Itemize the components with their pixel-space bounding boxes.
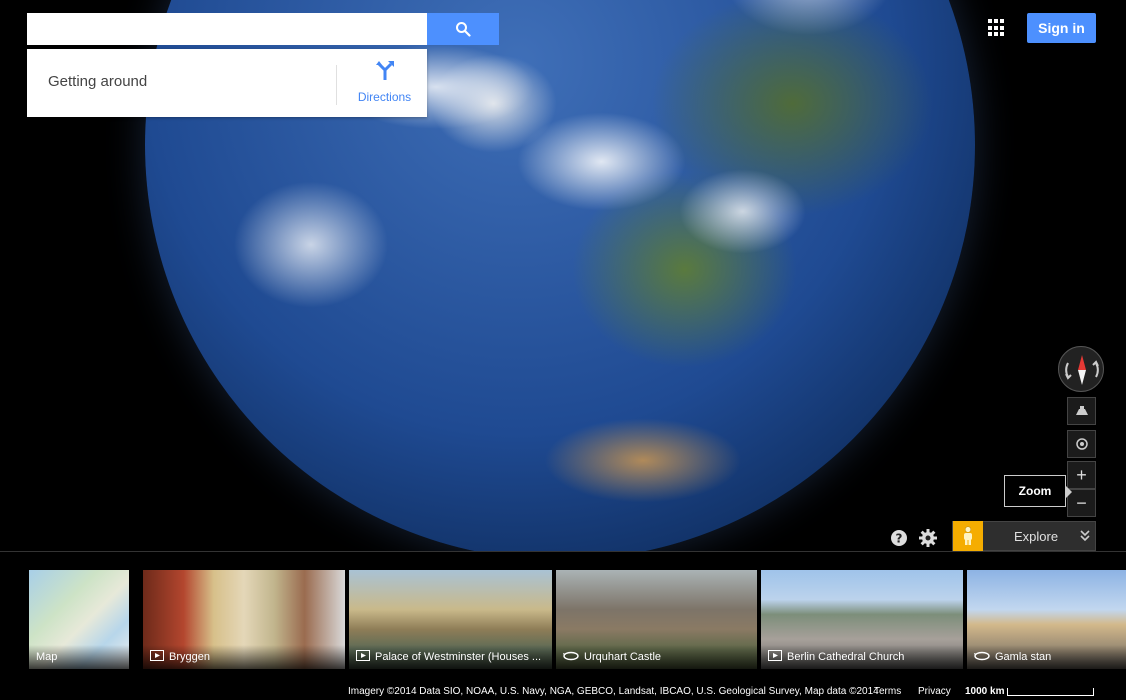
- apps-dot: [1000, 32, 1004, 37]
- thumbnail-photo[interactable]: Palace of Westminster (Houses ...: [349, 570, 552, 669]
- help-icon: ?: [891, 530, 907, 546]
- thumbnail-label: Gamla stan: [995, 651, 1052, 663]
- search-input[interactable]: [27, 13, 427, 45]
- thumbnail-label-bar: Gamla stan: [967, 645, 1126, 669]
- thumbnail-label-bar: Berlin Cathedral Church: [761, 645, 963, 669]
- footer: Imagery ©2014 Data SIO, NOAA, U.S. Navy,…: [0, 684, 1126, 700]
- apps-dot: [988, 19, 992, 23]
- thumbnail-label: Berlin Cathedral Church: [787, 651, 905, 663]
- thumbnail-label: Bryggen: [169, 651, 210, 663]
- directions-button[interactable]: Directions: [342, 59, 427, 111]
- thumbnail-label: Palace of Westminster (Houses ...: [375, 651, 542, 663]
- terms-link[interactable]: Terms: [874, 686, 901, 697]
- help-button[interactable]: ?: [889, 528, 909, 548]
- my-location-button[interactable]: [1067, 430, 1096, 458]
- apps-dot: [994, 32, 998, 37]
- sign-in-button[interactable]: Sign in: [1027, 13, 1096, 43]
- tilt-button[interactable]: [1067, 397, 1096, 425]
- panorama-360-icon: [563, 648, 579, 666]
- thumbnail-photo[interactable]: Bryggen: [143, 570, 345, 669]
- directions-label: Directions: [357, 90, 412, 104]
- apps-dot: [994, 25, 998, 30]
- thumbnail-360[interactable]: Urquhart Castle: [556, 570, 757, 669]
- scale-bar: [1007, 688, 1094, 696]
- scale-label[interactable]: 1000 km: [965, 686, 1004, 697]
- pegman-button[interactable]: [953, 521, 983, 551]
- compass-control[interactable]: [1058, 346, 1104, 392]
- search-button[interactable]: [427, 13, 499, 45]
- thumbnail-label-bar: Palace of Westminster (Houses ...: [349, 645, 552, 669]
- apps-grid-button[interactable]: [985, 16, 1009, 40]
- privacy-link[interactable]: Privacy: [918, 686, 951, 697]
- thumbnail-label-bar: Map: [29, 645, 129, 669]
- gear-icon: [919, 529, 937, 547]
- thumbnail-label: Urquhart Castle: [584, 651, 662, 663]
- thumbnail-map[interactable]: Map: [29, 570, 129, 669]
- apps-dot: [1000, 19, 1004, 23]
- thumbnail-360[interactable]: Gamla stan: [967, 570, 1126, 669]
- imagery-attribution: Imagery ©2014 Data SIO, NOAA, U.S. Navy,…: [348, 686, 879, 697]
- svg-text:?: ?: [896, 532, 903, 546]
- thumbnail-label-bar: Bryggen: [143, 645, 345, 669]
- zoom-in-button[interactable]: +: [1067, 461, 1096, 489]
- apps-dot: [988, 32, 992, 37]
- photo-icon: [150, 648, 164, 666]
- directions-icon: [375, 59, 395, 86]
- explore-strip: Map Bryggen Palace of Westminster (House…: [0, 551, 1126, 700]
- pegman-icon: [964, 526, 972, 545]
- photo-icon: [356, 648, 370, 666]
- settings-button[interactable]: [918, 528, 938, 548]
- chevron-double-down-icon: [1080, 530, 1090, 542]
- panel-title: Getting around: [48, 73, 148, 90]
- search-icon: [455, 21, 471, 37]
- thumbnail-label: Map: [36, 651, 58, 663]
- apps-dot: [994, 19, 998, 23]
- thumbnail-label-bar: Urquhart Castle: [556, 645, 757, 669]
- getting-around-panel: Getting around Directions: [27, 49, 427, 117]
- thumbnail-photo[interactable]: Berlin Cathedral Church: [761, 570, 963, 669]
- panorama-360-icon: [974, 648, 990, 666]
- explore-label: Explore: [1014, 528, 1059, 544]
- zoom-tooltip: Zoom: [1004, 475, 1072, 507]
- earth-view[interactable]: Getting around Directions Sign in + − Zo…: [0, 0, 1126, 700]
- my-location-icon: [1075, 438, 1088, 450]
- divider: [336, 65, 337, 105]
- compass-icon: [1065, 355, 1099, 385]
- tilt-icon: [1075, 406, 1088, 415]
- explore-toggle-bar[interactable]: Explore: [952, 521, 1096, 551]
- photo-icon: [768, 648, 782, 666]
- apps-dot: [988, 25, 992, 30]
- apps-dot: [1000, 25, 1004, 30]
